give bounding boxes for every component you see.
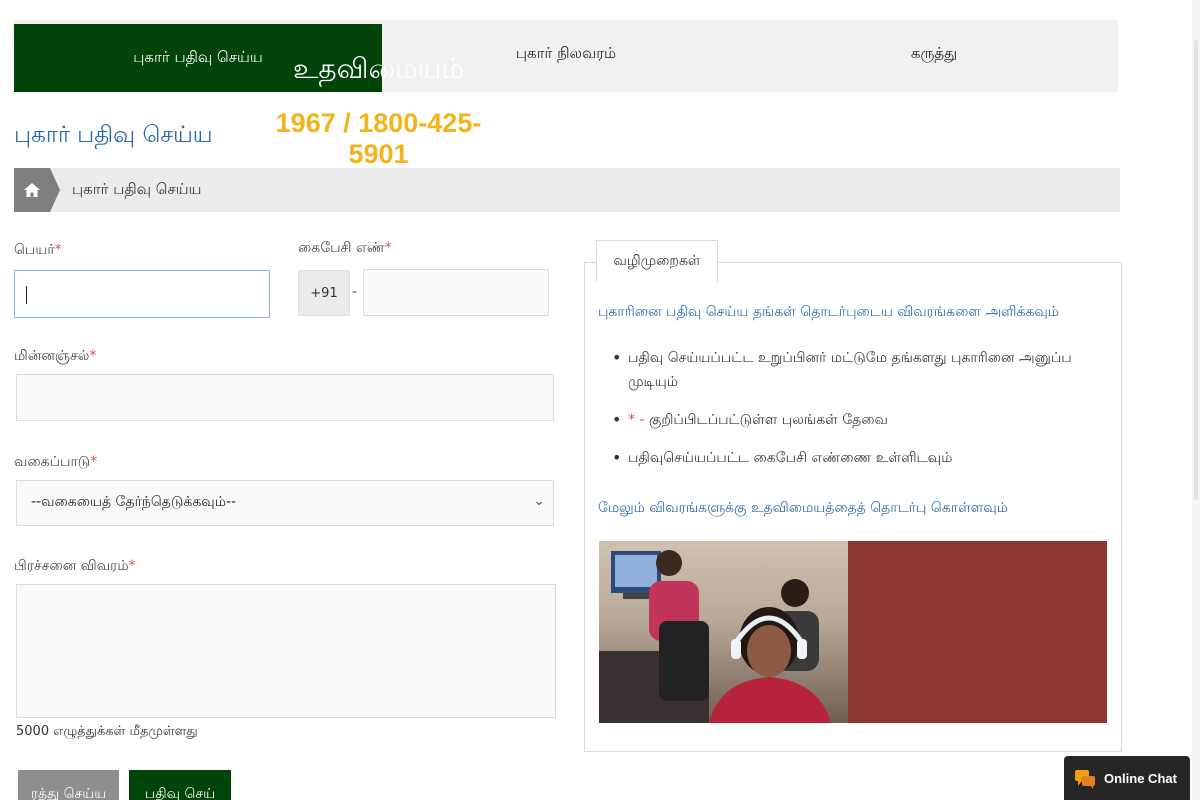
email-input[interactable]: [16, 374, 554, 421]
breadcrumb: புகார் பதிவு செய்ய: [14, 168, 1120, 212]
email-label: மின்னஞ்சல்*: [14, 348, 96, 366]
mobile-label-text: கைபேசி எண்: [298, 240, 385, 256]
name-label: பெயர்*: [14, 242, 62, 260]
online-chat-label: Online Chat: [1104, 770, 1177, 786]
category-label-text: வகைப்பாடு: [14, 454, 91, 470]
guidelines-list: பதிவு செய்யப்பட்ட உறுப்பினர் மட்டுமே தங்…: [612, 346, 1092, 484]
tab-label: புகார் நிலவரம்: [515, 44, 617, 62]
required-marker: *: [54, 242, 62, 258]
chat-icon: [1075, 770, 1095, 789]
tab-label: புகார் பதிவு செய்ய: [133, 48, 263, 66]
contact-note-link[interactable]: மேலும் விவரங்களுக்கு உதவிமையத்தைத் தொடர்…: [598, 500, 1008, 518]
category-select[interactable]: --வகையைத் தேர்ந்தெடுக்கவும்-- ⌄: [16, 480, 554, 526]
details-label-text: பிரச்சனை விவரம்: [14, 558, 129, 574]
name-label-text: பெயர்: [14, 242, 55, 258]
home-icon: [24, 183, 40, 197]
email-label-text: மின்னஞ்சல்: [14, 348, 90, 364]
online-chat-button[interactable]: Online Chat: [1064, 756, 1190, 800]
helpline-photo: [599, 541, 848, 723]
country-code-prefix: +91: [298, 270, 350, 316]
text-caret: [26, 286, 27, 304]
guidelines-heading: புகாரினை பதிவு செய்ய தங்கள் தொடர்புடைய வ…: [598, 304, 1060, 320]
details-textarea[interactable]: [16, 584, 556, 718]
list-item-text: குறிப்பிடப்பட்டுள்ள புலங்கள் தேவை: [648, 412, 888, 428]
mobile-label: கைபேசி எண்*: [298, 240, 392, 258]
helpline-numbers: 1967 / 1800-425-5901: [275, 108, 482, 169]
details-label: பிரச்சனை விவரம்*: [14, 558, 136, 576]
list-item-text: பதிவுசெய்யப்பட்ட கைபேசி எண்ணை உள்ளிடவும்: [628, 450, 953, 466]
mobile-input[interactable]: [363, 269, 549, 316]
category-label: வகைப்பாடு*: [14, 454, 97, 472]
list-item: * - குறிப்பிடப்பட்டுள்ள புலங்கள் தேவை: [612, 408, 1092, 432]
submit-button-label: பதிவு செய்: [144, 786, 216, 800]
cancel-button[interactable]: ரத்து செய்ய: [18, 770, 119, 800]
required-marker: *: [89, 348, 97, 364]
page-title: புகார் பதிவு செய்ய: [14, 122, 213, 148]
char-remaining-note: 5000 எழுத்துக்கள் மீதமுள்ளது: [16, 724, 198, 739]
tab-feedback[interactable]: கருத்து: [750, 20, 1118, 88]
name-input[interactable]: [14, 270, 270, 318]
guidelines-title: வழிமுறைகள்: [596, 240, 718, 282]
helpline-title: உதவிமையம்: [292, 52, 465, 85]
tab-label: கருத்து: [910, 44, 958, 62]
breadcrumb-current: புகார் பதிவு செய்ய: [72, 180, 202, 198]
complaint-page: புகார் பதிவு செய்ய புகார் நிலவரம் கருத்த…: [0, 0, 1200, 800]
list-item-text: பதிவு செய்யப்பட்ட உறுப்பினர் மட்டுமே தங்…: [628, 350, 1072, 390]
cancel-button-label: ரத்து செய்ய: [30, 786, 107, 800]
required-marker: *: [384, 240, 392, 256]
required-marker: *: [90, 454, 98, 470]
helpline-banner: [599, 541, 1107, 723]
submit-button[interactable]: பதிவு செய்: [129, 770, 231, 800]
required-marker: * -: [628, 412, 645, 428]
list-item: பதிவு செய்யப்பட்ட உறுப்பினர் மட்டுமே தங்…: [612, 346, 1092, 394]
helpline-panel: [848, 541, 1107, 723]
list-item: பதிவுசெய்யப்பட்ட கைபேசி எண்ணை உள்ளிடவும்: [612, 446, 1092, 470]
scrollbar-thumb[interactable]: [1194, 40, 1198, 500]
required-marker: *: [128, 558, 136, 574]
breadcrumb-home[interactable]: [14, 168, 60, 212]
top-tabs: புகார் பதிவு செய்ய புகார் நிலவரம் கருத்த…: [14, 20, 1118, 92]
call-center-illustration: [599, 550, 831, 723]
mobile-separator: -: [352, 284, 358, 300]
chevron-down-icon: ⌄: [533, 493, 545, 509]
category-selected-value: --வகையைத் தேர்ந்தெடுக்கவும்--: [31, 494, 237, 510]
